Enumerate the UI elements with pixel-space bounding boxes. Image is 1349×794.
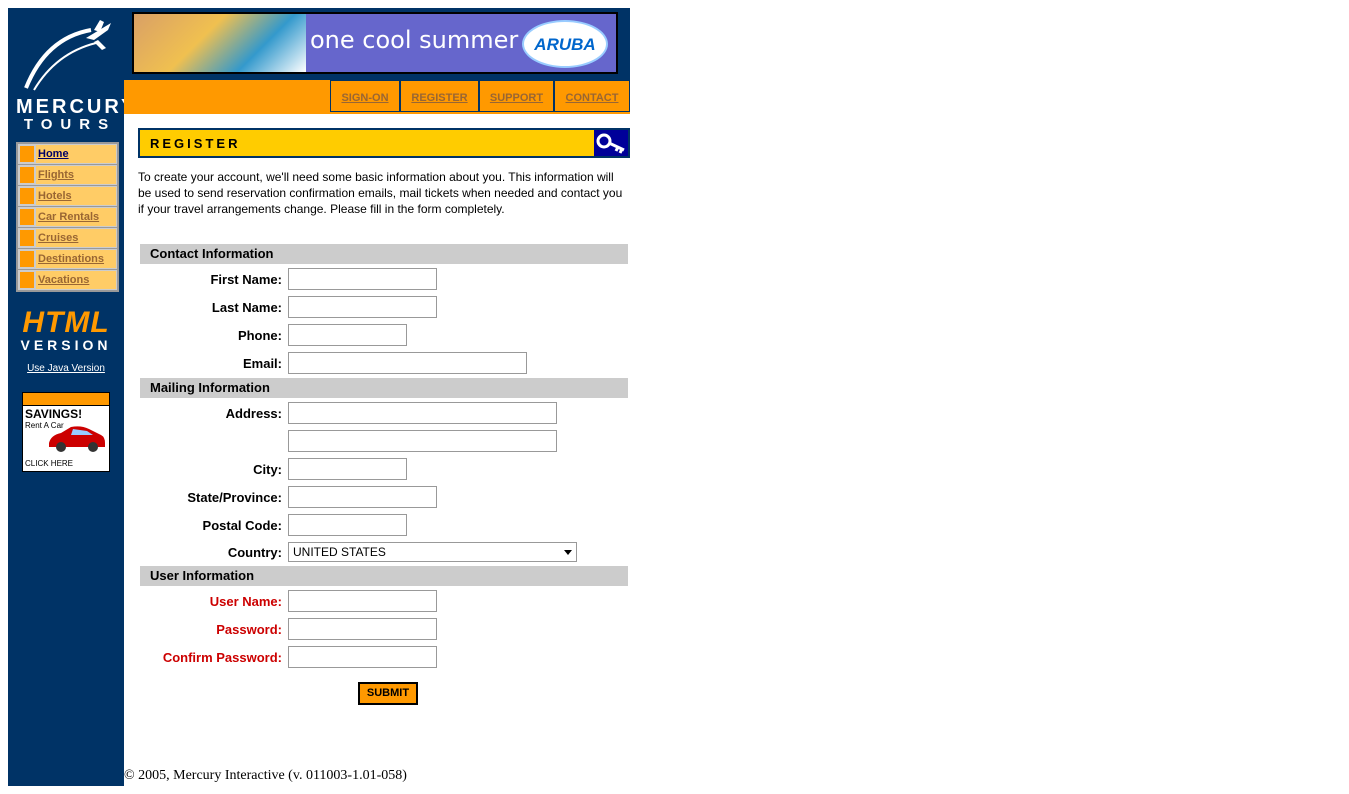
intro-text: To create your account, we'll need some … xyxy=(138,170,623,216)
postal-code-input[interactable] xyxy=(288,514,407,536)
sidebar-item-label[interactable]: Hotels xyxy=(36,187,116,205)
aruba-logo: ARUBA xyxy=(522,20,608,68)
page-header: REGISTER xyxy=(138,128,630,158)
mercury-tours-logo[interactable]: MERCURY TOURS xyxy=(16,18,134,133)
user-name-label: User Name: xyxy=(209,594,282,609)
first-name-label: First Name: xyxy=(210,272,282,287)
phone-input[interactable] xyxy=(288,324,407,346)
sidebar-item-label[interactable]: Cruises xyxy=(36,229,116,247)
tab-contact[interactable]: CONTACT xyxy=(554,80,630,112)
sidebar-nav: Home Flights Hotels Car Rentals Cruises … xyxy=(16,142,119,292)
banner-photo xyxy=(134,14,306,72)
footer-copyright: © 2005, Mercury Interactive (v. 011003-1… xyxy=(124,768,407,783)
sidebar-item-destinations[interactable]: Destinations xyxy=(18,249,117,270)
promo-banner[interactable]: one cool summer ARUBA xyxy=(132,12,618,74)
chevron-down-icon xyxy=(564,550,572,555)
state-label: State/Province: xyxy=(187,490,282,505)
tab-support[interactable]: SUPPORT xyxy=(479,80,554,112)
section-contact-header: Contact Information xyxy=(140,244,628,264)
user-name-input[interactable] xyxy=(288,590,437,612)
sidebar-item-flights[interactable]: Flights xyxy=(18,165,117,186)
top-nav: SIGN-ON REGISTER SUPPORT CONTACT xyxy=(330,80,630,114)
address-line1-input[interactable] xyxy=(288,402,557,424)
rent-a-car-ad[interactable]: SAVINGS! Rent A Car CLICK HERE xyxy=(22,392,110,472)
key-icon xyxy=(594,130,628,156)
city-label: City: xyxy=(253,462,282,477)
state-input[interactable] xyxy=(288,486,437,508)
address-label: Address: xyxy=(225,406,282,421)
last-name-label: Last Name: xyxy=(211,300,282,315)
address-line2-input[interactable] xyxy=(288,430,557,452)
section-user-header: User Information xyxy=(140,566,628,586)
country-label: Country: xyxy=(227,545,282,560)
sidebar-item-cruises[interactable]: Cruises xyxy=(18,228,117,249)
country-select-value: UNITED STATES xyxy=(293,545,386,559)
email-input[interactable] xyxy=(288,352,527,374)
password-label: Password: xyxy=(216,622,282,637)
sidebar-item-home[interactable]: Home xyxy=(18,144,117,165)
sidebar-item-hotels[interactable]: Hotels xyxy=(18,186,117,207)
email-label: Email: xyxy=(242,356,282,371)
last-name-input[interactable] xyxy=(288,296,437,318)
sidebar-item-label[interactable]: Flights xyxy=(36,166,116,184)
sidebar-item-label[interactable]: Car Rentals xyxy=(36,208,116,226)
brand-subname: TOURS xyxy=(23,116,117,133)
sidebar-item-label[interactable]: Home xyxy=(36,145,116,163)
postal-code-label: Postal Code: xyxy=(202,518,282,533)
city-input[interactable] xyxy=(288,458,407,480)
tab-register[interactable]: REGISTER xyxy=(400,80,479,112)
sidebar-item-car-rentals[interactable]: Car Rentals xyxy=(18,207,117,228)
password-input[interactable] xyxy=(288,618,437,640)
confirm-password-input[interactable] xyxy=(288,646,437,668)
country-select[interactable]: UNITED STATES xyxy=(288,542,577,562)
phone-label: Phone: xyxy=(237,328,282,343)
confirm-password-label: Confirm Password: xyxy=(162,650,282,665)
page-title: REGISTER xyxy=(150,136,241,151)
car-icon xyxy=(49,426,105,452)
submit-button[interactable]: SUBMIT xyxy=(358,682,418,705)
tab-sign-on[interactable]: SIGN-ON xyxy=(330,80,400,112)
section-mailing-header: Mailing Information xyxy=(140,378,628,398)
first-name-input[interactable] xyxy=(288,268,437,290)
sidebar-item-label[interactable]: Destinations xyxy=(36,250,116,268)
banner-text: one cool summer xyxy=(310,26,519,54)
sidebar: MERCURY TOURS Home Flights Hotels Car Re… xyxy=(8,8,134,786)
plane-swoosh-icon xyxy=(24,20,111,91)
